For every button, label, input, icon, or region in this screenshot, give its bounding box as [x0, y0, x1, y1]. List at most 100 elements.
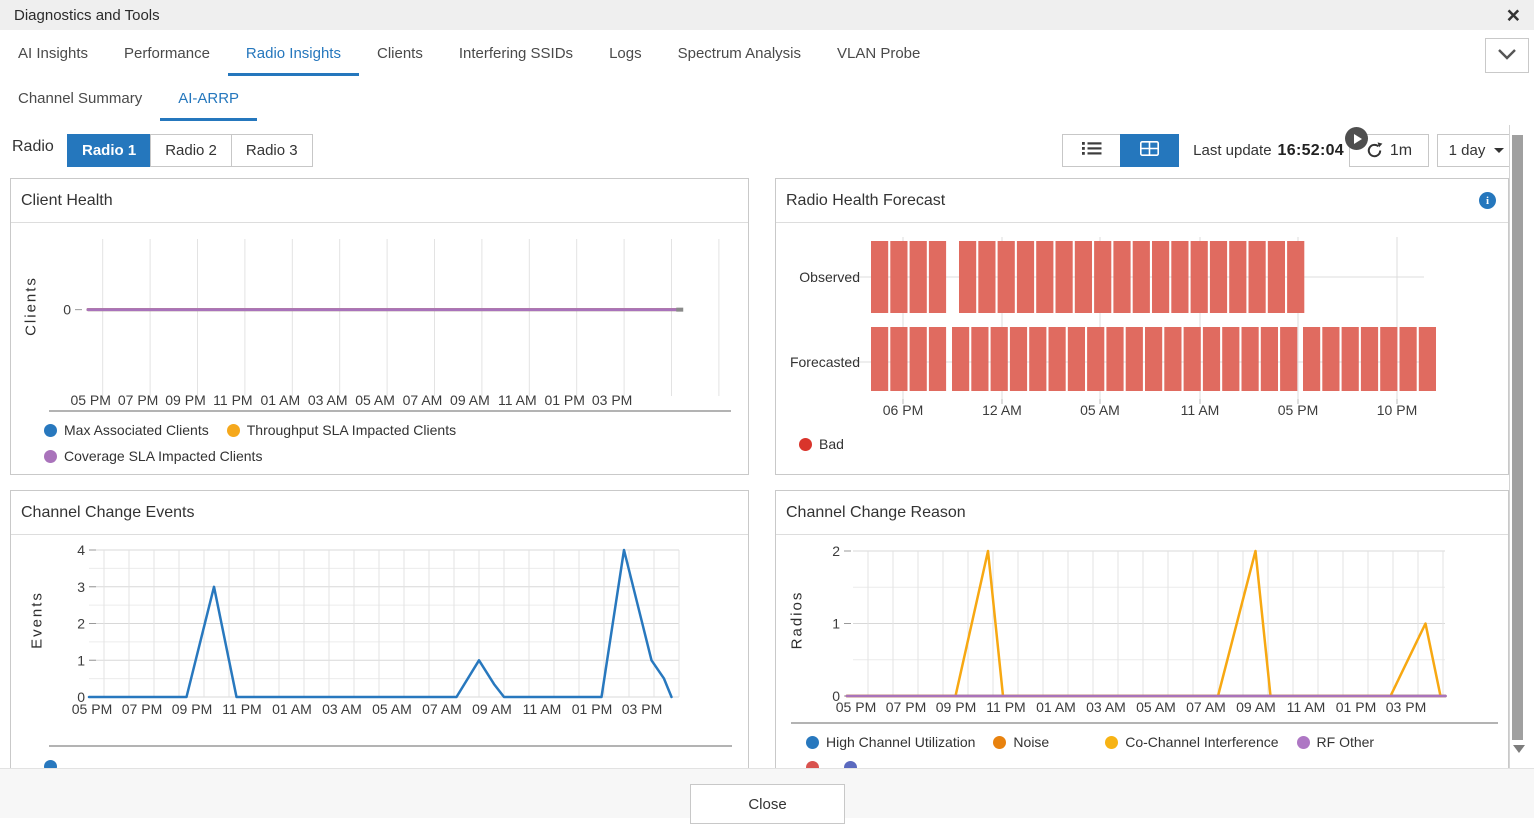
svg-text:03 AM: 03 AM	[308, 392, 348, 408]
svg-text:11 PM: 11 PM	[213, 392, 252, 408]
play-button[interactable]	[1345, 127, 1368, 150]
svg-text:03 PM: 03 PM	[592, 392, 632, 408]
radio-health-forecast-body: ObservedForecasted06 PM12 AM05 AM11 AM05…	[776, 223, 1508, 423]
caret-down-icon	[1494, 148, 1504, 153]
channel-change-reason-body: Radios 01205 PM07 PM09 PM11 PM01 AM03 AM…	[776, 535, 1508, 731]
svg-text:Forecasted: Forecasted	[790, 354, 860, 370]
svg-text:07 PM: 07 PM	[122, 701, 162, 717]
panel-title: Channel Change Reason	[786, 504, 966, 522]
scrollbar-down-arrow-icon[interactable]	[1513, 745, 1525, 753]
svg-text:10 PM: 10 PM	[1377, 402, 1417, 418]
client-health-title-bar: Client Health	[11, 179, 748, 223]
svg-text:05 AM: 05 AM	[372, 701, 412, 717]
svg-text:1: 1	[77, 652, 85, 668]
time-range-select[interactable]: 1 day	[1437, 134, 1516, 167]
radio-option-radio-2[interactable]: Radio 2	[150, 134, 232, 167]
list-view-button[interactable]	[1062, 134, 1121, 167]
tab-clients[interactable]: Clients	[359, 30, 441, 76]
svg-text:01 PM: 01 PM	[572, 701, 612, 717]
legend-label: Noise	[1013, 734, 1049, 750]
main-tab-bar-items: AI InsightsPerformanceRadio InsightsClie…	[0, 30, 938, 76]
tab-spectrum-analysis[interactable]: Spectrum Analysis	[660, 30, 819, 76]
vertical-scrollbar[interactable]	[1509, 125, 1534, 768]
legend-label: Bad	[819, 436, 844, 452]
channel-change-reason-legend: High Channel Utilization Noise Co-Channel …	[806, 734, 1392, 760]
channel-change-reason-title-bar: Channel Change Reason	[776, 491, 1508, 535]
legend-item-rf-other[interactable]: RF Other	[1297, 734, 1375, 750]
tab-ai-insights[interactable]: AI Insights	[0, 30, 106, 76]
panel-title: Client Health	[21, 192, 113, 210]
legend-dot	[806, 761, 819, 768]
legend-item-co-channel-interference[interactable]: Co-Channel Interference	[1105, 734, 1278, 750]
channel-change-events-legend	[44, 760, 82, 768]
svg-text:2: 2	[77, 616, 85, 632]
sub-tab-bar-items: Channel SummaryAI-ARRP	[0, 76, 257, 121]
svg-text:03 PM: 03 PM	[622, 701, 662, 717]
legend-item-throughput-sla-impacted-clients[interactable]: Throughput SLA Impacted Clients	[227, 422, 456, 438]
legend-item-max-associated-clients[interactable]: Max Associated Clients	[44, 422, 209, 438]
legend-dot	[993, 736, 1006, 749]
svg-text:11 PM: 11 PM	[986, 699, 1025, 715]
scrollbar-thumb[interactable]	[1512, 135, 1523, 740]
svg-text:03 PM: 03 PM	[1386, 699, 1426, 715]
last-update-time: 16:52:04	[1278, 142, 1344, 160]
legend-label: RF Other	[1317, 734, 1375, 750]
legend-label: High Channel Utilization	[826, 734, 975, 750]
grid-view-button[interactable]	[1120, 134, 1179, 167]
radio-option-radio-3[interactable]: Radio 3	[231, 134, 313, 167]
svg-text:Observed: Observed	[799, 269, 860, 285]
svg-text:06 PM: 06 PM	[883, 402, 923, 418]
radio-health-forecast-title-bar: Radio Health Forecast i	[776, 179, 1508, 223]
dialog-title: Diagnostics and Tools	[14, 7, 160, 24]
panel-title: Radio Health Forecast	[786, 192, 945, 210]
svg-text:09 AM: 09 AM	[472, 701, 512, 717]
svg-text:01 AM: 01 AM	[272, 701, 312, 717]
tab-interfering-ssids[interactable]: Interfering SSIDs	[441, 30, 591, 76]
sub-tab-bar: Channel SummaryAI-ARRP	[0, 76, 1534, 122]
svg-text:05 PM: 05 PM	[72, 701, 112, 717]
legend-dot	[44, 424, 57, 437]
legend-dot	[799, 438, 812, 451]
svg-text:05 AM: 05 AM	[1080, 402, 1120, 418]
client-health-chart: 005 PM07 PM09 PM11 PM01 AM03 AM05 AM07 A…	[11, 223, 748, 418]
svg-text:05 AM: 05 AM	[355, 392, 395, 408]
legend-item-high-channel-utilization[interactable]: High Channel Utilization	[806, 734, 975, 750]
svg-text:09 PM: 09 PM	[172, 701, 212, 717]
radio-option-radio-1[interactable]: Radio 1	[67, 134, 151, 167]
toolbar: Radio Radio 1Radio 2Radio 3	[0, 121, 1534, 178]
radio-health-forecast-panel: Radio Health Forecast i Observed Forecast…	[775, 178, 1509, 475]
tab-performance[interactable]: Performance	[106, 30, 228, 76]
svg-text:07 AM: 07 AM	[422, 701, 462, 717]
svg-text:07 AM: 07 AM	[403, 392, 443, 408]
tabs-overflow-button[interactable]	[1485, 38, 1529, 73]
legend-item-coverage-sla-impacted-clients[interactable]: Coverage SLA Impacted Clients	[44, 448, 262, 464]
close-button[interactable]: Close	[690, 784, 845, 824]
client-health-body: Clients 005 PM07 PM09 PM11 PM01 AM03 AM0…	[11, 223, 748, 418]
svg-text:01 AM: 01 AM	[260, 392, 300, 408]
tab-vlan-probe[interactable]: VLAN Probe	[819, 30, 938, 76]
info-icon[interactable]: i	[1479, 192, 1496, 209]
legend-item-noise[interactable]: Noise	[993, 734, 1049, 750]
radio-health-forecast-chart: ObservedForecasted06 PM12 AM05 AM11 AM05…	[776, 223, 1508, 423]
svg-text:11 PM: 11 PM	[222, 701, 261, 717]
svg-text:09 PM: 09 PM	[165, 392, 205, 408]
svg-text:05 PM: 05 PM	[1278, 402, 1318, 418]
tab-radio-insights[interactable]: Radio Insights	[228, 30, 359, 76]
svg-text:01 AM: 01 AM	[1036, 699, 1076, 715]
refresh-icon	[1366, 142, 1383, 159]
channel-change-reason-legend-row2	[806, 761, 882, 768]
subtab-ai-arrp[interactable]: AI-ARRP	[160, 76, 257, 121]
svg-text:11 AM: 11 AM	[1181, 402, 1220, 418]
svg-text:05 PM: 05 PM	[70, 392, 110, 408]
main-tab-bar: AI InsightsPerformanceRadio InsightsClie…	[0, 30, 1534, 77]
close-icon[interactable]: ×	[1507, 4, 1520, 27]
legend-item-clipped	[44, 760, 64, 768]
svg-text:4: 4	[77, 542, 85, 558]
legend-dot	[1297, 736, 1310, 749]
legend-item-bad[interactable]: Bad	[799, 436, 844, 452]
radio-health-forecast-legend: Bad	[799, 436, 862, 462]
subtab-channel-summary[interactable]: Channel Summary	[0, 76, 160, 121]
legend-dot	[44, 450, 57, 463]
legend-dot	[227, 424, 240, 437]
tab-logs[interactable]: Logs	[591, 30, 660, 76]
